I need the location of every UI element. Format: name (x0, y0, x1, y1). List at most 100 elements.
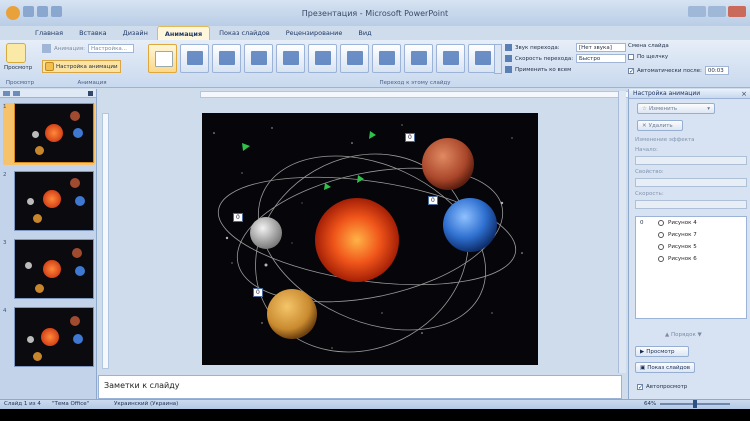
animation-marker[interactable]: 0 (253, 288, 263, 297)
property-dropdown[interactable] (635, 178, 747, 187)
animate-dropdown[interactable]: Настройка... (87, 44, 134, 53)
zoom-slider-thumb[interactable] (693, 400, 697, 408)
slide-thumbnail-3[interactable]: 3 (3, 239, 95, 301)
earth-thumb (73, 128, 83, 138)
editor-vertical-scrollbar[interactable] (618, 91, 626, 373)
preview-icon[interactable] (6, 43, 26, 63)
tab-slideshow[interactable]: Показ слайдов (212, 26, 277, 40)
maximize-button[interactable] (708, 6, 726, 17)
custom-animation-pane: Настройка анимации × ☆ Изменить ▾ ✕ Удал… (628, 89, 750, 399)
preview-group-label: Просмотр (5, 80, 35, 86)
move-up-icon[interactable]: ▲ (665, 332, 669, 338)
transition-wipe-up[interactable] (436, 44, 465, 73)
current-slide[interactable]: 0 0 0 0 (202, 113, 538, 365)
ribbon-tabs: Главная Вставка Дизайн Анимация Показ сл… (0, 26, 750, 40)
slide-thumbnail-1[interactable]: 1 (3, 103, 95, 165)
slide-thumbnail-2[interactable]: 2 (3, 171, 95, 233)
animation-marker[interactable]: 0 (405, 133, 415, 142)
transition-gallery-scroll[interactable] (494, 44, 502, 74)
animation-item[interactable]: Рисунок 6 (658, 256, 697, 262)
start-dropdown[interactable] (635, 156, 747, 165)
speed-dropdown[interactable]: Быстро (576, 54, 626, 63)
animation-item[interactable]: Рисунок 7 (658, 232, 697, 238)
moon-thumb (25, 262, 32, 269)
star-icon: ☆ (642, 105, 647, 112)
change-label: Изменить (648, 105, 678, 112)
outline-tab-icon[interactable] (13, 90, 20, 96)
auto-after-checkbox[interactable] (628, 67, 634, 74)
tab-home[interactable]: Главная (28, 26, 70, 40)
earth[interactable] (443, 198, 497, 252)
venus-thumb (35, 284, 44, 293)
transition-wipe-left[interactable] (372, 44, 401, 73)
transition-split[interactable] (468, 44, 497, 73)
remove-label: Удалить (648, 122, 673, 129)
undo-icon[interactable] (37, 6, 48, 17)
mars[interactable] (422, 138, 474, 190)
remove-effect-button[interactable]: ✕ Удалить (637, 120, 683, 131)
transition-fade-black[interactable] (212, 44, 241, 73)
tab-insert[interactable]: Вставка (72, 26, 114, 40)
save-icon[interactable] (23, 6, 34, 17)
slides-tab-icon[interactable] (3, 90, 10, 96)
apply-all-button[interactable]: Применить ко всем (505, 66, 571, 73)
notes-pane[interactable]: Заметки к слайду (98, 375, 622, 399)
animation-item[interactable]: Рисунок 5 (658, 244, 697, 250)
animation-pane-title: Настройка анимации (629, 89, 750, 99)
transition-dissolve[interactable] (308, 44, 337, 73)
auto-time-input[interactable]: 00:03 (704, 66, 729, 75)
window-title: Презентация - Microsoft PowerPoint (301, 9, 449, 18)
tab-view[interactable]: Вид (351, 26, 378, 40)
autopreview-checkbox[interactable] (637, 384, 643, 390)
slide-thumbnail-4[interactable]: 4 (3, 307, 95, 369)
redo-icon[interactable] (51, 6, 62, 17)
transition-wipe-right[interactable] (404, 44, 433, 73)
remove-icon: ✕ (642, 122, 647, 129)
sun[interactable] (315, 198, 399, 282)
moon[interactable] (250, 217, 282, 249)
slideshow-button[interactable]: ▣ Показ слайдов (635, 362, 695, 373)
animate-icon (42, 44, 51, 53)
transition-cut[interactable] (244, 44, 273, 73)
custom-animation-button[interactable]: Настройка анимации (42, 60, 121, 73)
venus-thumb (35, 146, 44, 155)
venus[interactable] (267, 289, 317, 339)
animation-item-label: Рисунок 6 (668, 256, 697, 262)
tab-animation[interactable]: Анимация (156, 26, 211, 40)
pane-close-icon[interactable] (88, 90, 93, 96)
auto-after-label: Автоматически после: (637, 67, 702, 74)
earth-thumb (75, 196, 85, 206)
window-controls (688, 6, 746, 17)
transition-cut-black[interactable] (276, 44, 305, 73)
office-button-icon[interactable] (6, 6, 20, 20)
slide-counter: Слайд 1 из 4 (4, 401, 41, 407)
move-down-icon[interactable]: ▼ (698, 332, 702, 338)
play-button[interactable]: ▶ Просмотр (635, 346, 689, 357)
transition-fade[interactable] (180, 44, 209, 73)
play-label: Просмотр (646, 348, 675, 355)
effect-circle-icon (658, 220, 664, 226)
tab-review[interactable]: Рецензирование (279, 26, 350, 40)
reorder-label: Порядок (670, 332, 696, 338)
close-button[interactable] (728, 6, 746, 17)
animation-marker[interactable]: 0 (233, 213, 243, 222)
earth-thumb (73, 334, 83, 344)
slide-thumbnail-image (14, 171, 94, 231)
change-effect-button[interactable]: ☆ Изменить ▾ (637, 103, 715, 114)
transition-wipe-down[interactable] (340, 44, 369, 73)
transition-none[interactable] (148, 44, 177, 73)
reorder-row: ▲ Порядок ▼ (665, 332, 702, 338)
apply-all-icon (505, 66, 512, 73)
notes-placeholder: Заметки к слайду (104, 381, 180, 390)
animation-marker[interactable]: 0 (428, 196, 438, 205)
preview-button[interactable]: Просмотр (4, 65, 32, 71)
on-click-checkbox[interactable] (628, 54, 634, 60)
minimize-button[interactable] (688, 6, 706, 17)
slideshow-label: Показ слайдов (647, 364, 690, 371)
sound-label: Звук перехода: (515, 44, 560, 51)
animation-item[interactable]: Рисунок 4 (658, 220, 697, 226)
close-icon[interactable]: × (741, 90, 747, 98)
sound-dropdown[interactable]: [Нет звука] (576, 43, 626, 52)
speed-dropdown[interactable] (635, 200, 747, 209)
tab-design[interactable]: Дизайн (116, 26, 155, 40)
